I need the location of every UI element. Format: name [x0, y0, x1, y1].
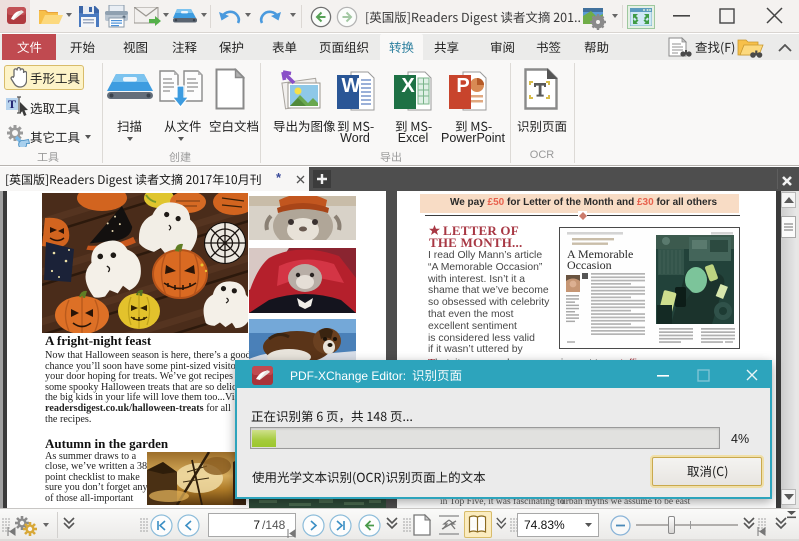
svg-text:Occasion: Occasion: [567, 258, 612, 272]
svg-text:T: T: [8, 97, 16, 111]
